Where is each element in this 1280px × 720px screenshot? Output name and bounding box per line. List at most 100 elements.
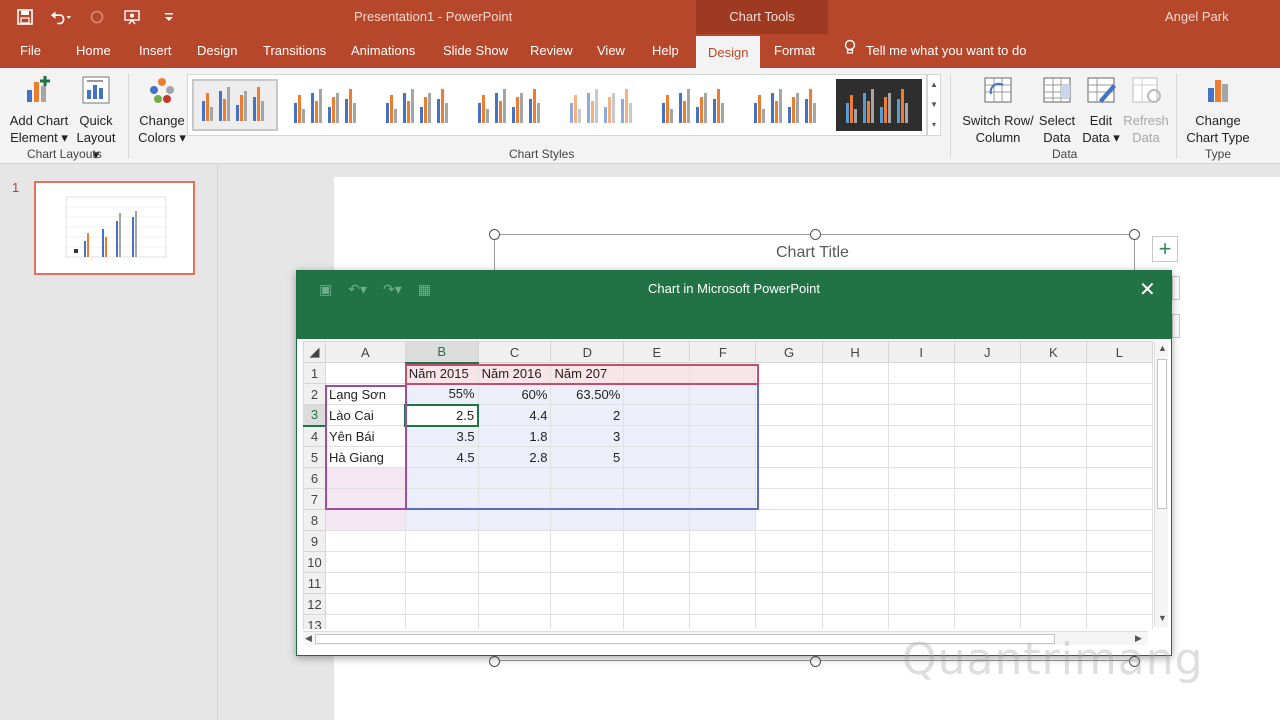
cell-c2[interactable]: 60% <box>477 383 552 405</box>
cell-c11[interactable] <box>477 572 552 594</box>
cell-d7[interactable] <box>550 488 625 510</box>
cell-h6[interactable] <box>821 467 889 489</box>
cell-j2[interactable] <box>953 383 1021 405</box>
cell-i7[interactable] <box>887 488 955 510</box>
cell-b9[interactable] <box>404 530 479 552</box>
chart-style-7[interactable] <box>744 79 830 131</box>
cell-g4[interactable] <box>755 425 823 447</box>
cell-k1[interactable] <box>1019 362 1087 384</box>
resize-handle[interactable] <box>489 656 500 667</box>
cell-b11[interactable] <box>404 572 479 594</box>
vertical-scrollbar[interactable]: ▲ ▼ <box>1154 341 1168 627</box>
cell-d5[interactable]: 5 <box>550 446 625 468</box>
cell-f1[interactable] <box>689 362 757 384</box>
cell-e12[interactable] <box>623 593 691 615</box>
row-header[interactable]: 9 <box>303 530 326 552</box>
cell-j8[interactable] <box>953 509 1021 531</box>
cell-c4[interactable]: 1.8 <box>477 425 552 447</box>
scroll-down-icon[interactable]: ▼ <box>1158 613 1167 623</box>
column-header-b[interactable]: B <box>404 341 479 364</box>
tell-me-search[interactable]: Tell me what you want to do <box>844 34 1026 68</box>
cell-j6[interactable] <box>953 467 1021 489</box>
column-header-l[interactable]: L <box>1085 341 1153 363</box>
chart-style-6[interactable] <box>652 79 738 131</box>
edit-data-button[interactable]: Edit Data ▾ <box>1080 74 1122 146</box>
cell-g3[interactable] <box>755 404 823 426</box>
chart-style-3[interactable] <box>376 79 462 131</box>
cell-l8[interactable] <box>1085 509 1153 531</box>
column-header-a[interactable]: A <box>324 341 406 363</box>
cell-i9[interactable] <box>887 530 955 552</box>
cell-f9[interactable] <box>689 530 757 552</box>
cell-c3[interactable]: 4.4 <box>477 404 552 426</box>
tab-insert[interactable]: Insert <box>139 34 172 68</box>
start-presentation-icon[interactable] <box>122 6 144 28</box>
switch-row-column-button[interactable]: Switch Row/ Column <box>960 74 1036 146</box>
cell-j7[interactable] <box>953 488 1021 510</box>
cell-d8[interactable] <box>550 509 625 531</box>
cell-k12[interactable] <box>1019 593 1087 615</box>
row-header[interactable]: 6 <box>303 467 326 489</box>
spreadsheet-grid[interactable]: ◢ A B C D E F G H I J K L 1 Năm 2015 Năm 2016 Năm 207 2 L… <box>303 341 1153 629</box>
cell-a5[interactable]: Hà Giang <box>324 446 406 468</box>
cell-c7[interactable] <box>477 488 552 510</box>
cell-l3[interactable] <box>1085 404 1153 426</box>
cell-i6[interactable] <box>887 467 955 489</box>
cell-c1[interactable]: Năm 2016 <box>477 362 552 384</box>
cell-a12[interactable] <box>324 593 406 615</box>
cell-b7[interactable] <box>404 488 479 510</box>
cell-h4[interactable] <box>821 425 889 447</box>
cell-l11[interactable] <box>1085 572 1153 594</box>
column-header-c[interactable]: C <box>477 341 552 363</box>
cell-k10[interactable] <box>1019 551 1087 573</box>
cell-g1[interactable] <box>755 362 823 384</box>
cell-e6[interactable] <box>623 467 691 489</box>
cell-g8[interactable] <box>755 509 823 531</box>
cell-a3[interactable]: Lào Cai <box>324 404 406 426</box>
cell-g11[interactable] <box>755 572 823 594</box>
row-header[interactable]: 12 <box>303 593 326 615</box>
cell-c10[interactable] <box>477 551 552 573</box>
cell-k9[interactable] <box>1019 530 1087 552</box>
cell-f6[interactable] <box>689 467 757 489</box>
cell-k4[interactable] <box>1019 425 1087 447</box>
column-header-e[interactable]: E <box>623 341 691 363</box>
cell-b3[interactable]: 2.5 <box>404 403 480 427</box>
cell-f4[interactable] <box>689 425 757 447</box>
column-header-h[interactable]: H <box>821 341 889 363</box>
cell-c6[interactable] <box>477 467 552 489</box>
change-chart-type-button[interactable]: Change Chart Type <box>1184 74 1252 146</box>
cell-a2[interactable]: Lạng Sơn <box>324 383 406 405</box>
cell-e1[interactable] <box>623 362 691 384</box>
gallery-more-icon[interactable]: ▾ <box>928 115 940 135</box>
cell-h3[interactable] <box>821 404 889 426</box>
cell-k2[interactable] <box>1019 383 1087 405</box>
cell-a6[interactable] <box>324 467 406 489</box>
user-name[interactable]: Angel Park <box>1165 9 1229 24</box>
row-header[interactable]: 7 <box>303 488 326 510</box>
cell-i4[interactable] <box>887 425 955 447</box>
cell-e7[interactable] <box>623 488 691 510</box>
cell-c13[interactable] <box>477 614 552 629</box>
cell-i12[interactable] <box>887 593 955 615</box>
cell-g7[interactable] <box>755 488 823 510</box>
scroll-up-icon[interactable]: ▲ <box>1158 343 1167 353</box>
cell-f3[interactable] <box>689 404 757 426</box>
chart-style-5[interactable] <box>560 79 646 131</box>
chart-styles-gallery[interactable] <box>187 74 927 136</box>
cell-e10[interactable] <box>623 551 691 573</box>
cell-a4[interactable]: Yên Bái <box>324 425 406 447</box>
cell-c8[interactable] <box>477 509 552 531</box>
cell-c12[interactable] <box>477 593 552 615</box>
column-header-k[interactable]: K <box>1019 341 1087 363</box>
cell-b5[interactable]: 4.5 <box>404 446 479 468</box>
cell-g5[interactable] <box>755 446 823 468</box>
tab-animations[interactable]: Animations <box>351 34 415 68</box>
row-header[interactable]: 13 <box>303 614 326 629</box>
resize-handle[interactable] <box>810 229 821 240</box>
cell-e2[interactable] <box>623 383 691 405</box>
cell-j9[interactable] <box>953 530 1021 552</box>
spreadsheet-table[interactable]: ◢ A B C D E F G H I J K L 1 Năm 2015 Năm 2016 Năm 207 2 L… <box>303 341 1153 629</box>
tab-design[interactable]: Design <box>197 34 237 68</box>
tab-file[interactable]: File <box>20 34 41 68</box>
